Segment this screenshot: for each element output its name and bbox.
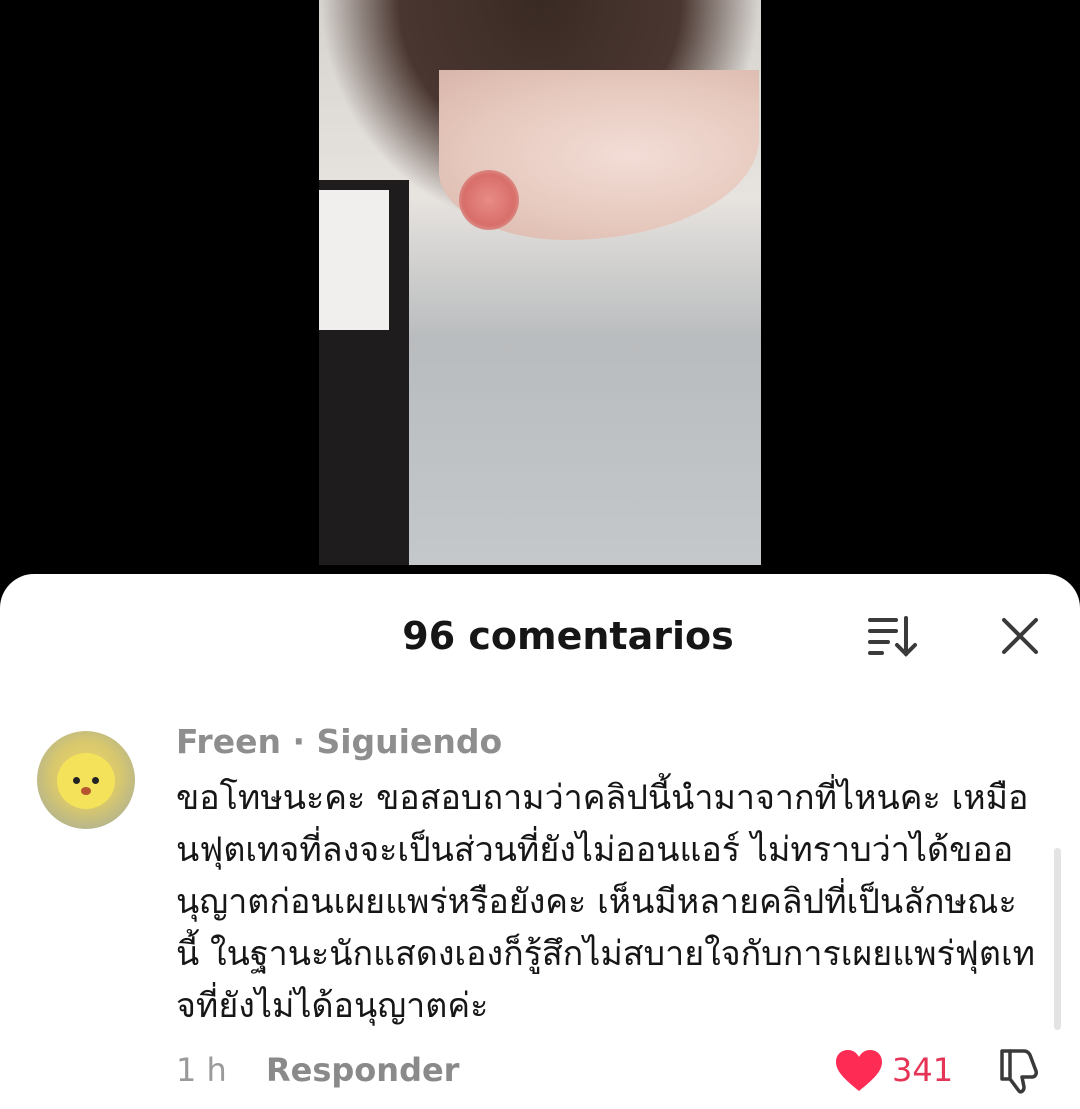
- sort-icon: [868, 616, 917, 657]
- scrollbar[interactable]: [1054, 848, 1061, 1030]
- avatar[interactable]: [37, 731, 135, 829]
- close-button[interactable]: [998, 614, 1042, 658]
- sort-button[interactable]: [866, 614, 918, 658]
- reply-button[interactable]: Responder: [266, 1052, 459, 1088]
- comments-sheet: 96 comentarios Freen · Siguiendo ขอโทษนะ…: [0, 574, 1080, 1109]
- like-count: 341: [892, 1051, 954, 1089]
- avatar-chick-eye-right: [92, 777, 99, 784]
- heart-icon: [836, 1050, 882, 1091]
- comments-title: 96 comentarios: [402, 614, 734, 658]
- comment-text: ขอโทษนะคะ ขอสอบถามว่าคลิปนี้นำมาจากที่ไห…: [176, 778, 1035, 1026]
- like-button[interactable]: [834, 1049, 884, 1093]
- video-image-lips: [459, 170, 519, 230]
- close-icon: [1002, 618, 1038, 654]
- video-player[interactable]: [0, 0, 1080, 600]
- video-image-collar: [319, 190, 389, 330]
- thumbs-down-icon: [1000, 1049, 1038, 1094]
- comment-item: Freen · Siguiendo ขอโทษนะคะ ขอสอบถามว่าค…: [0, 714, 1080, 1109]
- avatar-chick-beak: [81, 787, 91, 795]
- video-frame[interactable]: [319, 0, 761, 565]
- avatar-chick: [57, 753, 115, 809]
- dislike-button[interactable]: [994, 1045, 1044, 1095]
- avatar-chick-eye-left: [73, 777, 80, 784]
- comment-author[interactable]: Freen · Siguiendo: [176, 722, 502, 762]
- comment-time: 1 h: [176, 1051, 227, 1089]
